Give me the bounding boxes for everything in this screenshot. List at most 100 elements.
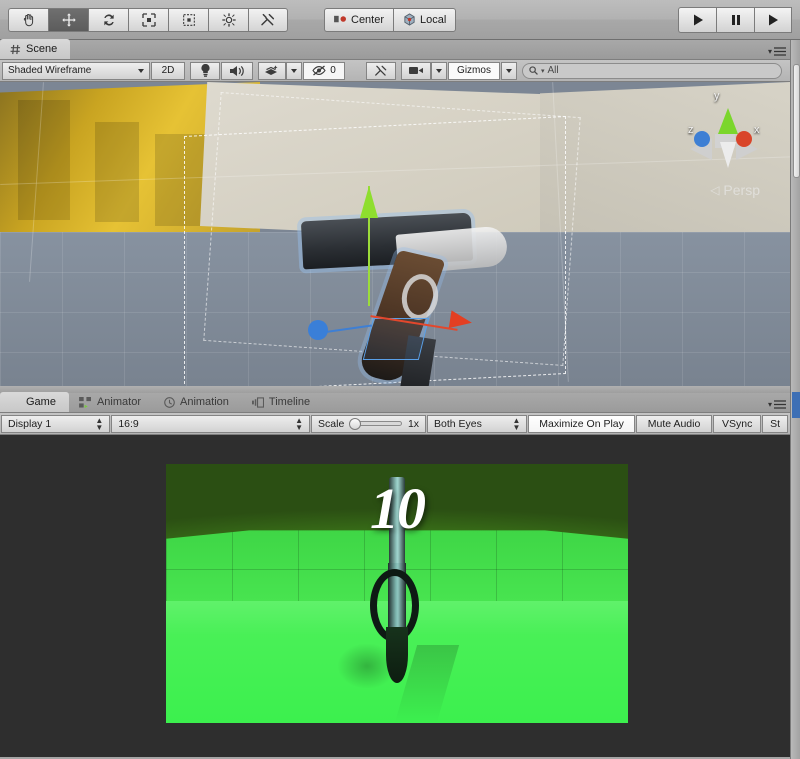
scene-orientation-gizmo[interactable]: y z x <box>680 90 772 182</box>
display-label: Display 1 <box>8 417 52 430</box>
move-gizmo-z-handle[interactable] <box>308 320 328 340</box>
gizmo-z-ball[interactable] <box>694 131 710 147</box>
2d-toggle-label: 2D <box>161 65 175 76</box>
tab-animator-label: Animator <box>96 396 141 408</box>
search-icon <box>529 66 538 75</box>
weapon-grip <box>385 627 408 684</box>
right-panel-scrollbar[interactable] <box>793 64 800 178</box>
gizmos-dropdown-button[interactable] <box>501 61 517 80</box>
game-panel: Game Animator Animation Timeline ▾ Displ… <box>0 392 790 759</box>
draw-mode-dropdown[interactable]: Shaded Wireframe <box>2 61 150 80</box>
move-icon <box>61 12 76 27</box>
transform-tools-group <box>8 7 288 32</box>
step-button[interactable] <box>754 6 792 33</box>
search-dropdown-caret: ▾ <box>541 67 545 75</box>
stereo-dropdown[interactable]: Both Eyes ▲ ▼ <box>427 414 528 433</box>
display-dropdown[interactable]: Display 1 ▲ ▼ <box>1 414 111 433</box>
effects-toggle-button[interactable] <box>258 61 286 80</box>
stats-toggle[interactable]: St <box>762 414 789 433</box>
gizmos-label: Gizmos <box>457 65 491 76</box>
vsync-toggle[interactable]: VSync <box>713 414 762 433</box>
gizmo-y-label: y <box>714 90 720 102</box>
eye-slash-icon <box>312 65 326 76</box>
game-tabstrip: Game Animator Animation Timeline ▾ <box>0 392 790 413</box>
scene-camera-button[interactable] <box>401 61 431 80</box>
effects-dropdown-button[interactable] <box>286 61 302 80</box>
tab-animation[interactable]: Animation <box>154 392 242 412</box>
projection-mode-label[interactable]: ◁ Persp <box>710 182 760 198</box>
scene-toolbar: Shaded Wireframe 2D 0 Gizmos ▾ All <box>0 60 790 82</box>
pivot-mode-button[interactable]: Center <box>324 7 394 32</box>
move-gizmo-y-arrow[interactable] <box>360 186 378 218</box>
move-gizmo-x-arrow[interactable] <box>448 310 474 332</box>
camera-dropdown-button[interactable] <box>431 61 447 80</box>
play-button[interactable] <box>678 6 716 33</box>
rect-tool-button[interactable] <box>168 7 208 32</box>
pivot-center-icon <box>334 15 346 23</box>
scale-label: Scale <box>318 417 345 430</box>
game-render-area[interactable]: 10 <box>166 464 628 723</box>
scene-search-value: All <box>547 65 559 76</box>
move-tool-button[interactable] <box>48 7 88 32</box>
tab-timeline-label: Timeline <box>268 396 311 408</box>
right-panel-selected-row[interactable] <box>792 392 800 418</box>
gizmo-neg-y-cone[interactable] <box>720 142 736 168</box>
tab-game[interactable]: Game <box>0 392 69 412</box>
wrench-screwdriver-icon <box>261 13 275 25</box>
scale-tool-button[interactable] <box>128 7 168 32</box>
2d-toggle-button[interactable]: 2D <box>151 61 185 80</box>
playback-controls <box>678 6 792 33</box>
tab-animator[interactable]: Animator <box>69 392 154 412</box>
chevron-left-icon: ◁ <box>710 183 720 197</box>
custom-tool-button[interactable] <box>248 7 288 32</box>
maximize-on-play-label: Maximize On Play <box>539 417 624 430</box>
stepper-icon: ▲ ▼ <box>95 415 104 432</box>
hidden-objects-button[interactable]: 0 <box>303 61 345 80</box>
audio-toggle-button[interactable] <box>221 61 253 80</box>
gizmo-x-label: x <box>754 124 760 136</box>
lighting-toggle-button[interactable] <box>190 61 220 80</box>
vsync-label: VSync <box>722 417 753 430</box>
game-toolbar: Display 1 ▲ ▼ 16:9 ▲ ▼ Scale 1x Both Eyes … <box>0 413 790 435</box>
game-panel-options[interactable]: ▾ <box>768 400 786 409</box>
pause-icon <box>731 14 740 25</box>
selected-object-pistol[interactable] <box>282 182 509 393</box>
game-icon <box>10 396 16 408</box>
scene-tools-button[interactable] <box>366 61 396 80</box>
chevron-down-icon <box>138 68 144 73</box>
scene-view-viewport[interactable]: y z x ◁ Persp <box>0 82 790 393</box>
tab-scene[interactable]: Scene <box>0 39 71 59</box>
ammo-counter-hud: 10 <box>370 475 426 541</box>
lightbulb-icon <box>200 64 210 77</box>
gizmo-x-ball[interactable] <box>736 131 752 147</box>
gizmos-button[interactable]: Gizmos <box>448 61 500 80</box>
aspect-dropdown[interactable]: 16:9 ▲ ▼ <box>111 414 311 433</box>
tab-scene-label: Scene <box>26 43 58 55</box>
scale-slider[interactable]: Scale 1x <box>311 414 427 433</box>
rotate-tool-button[interactable] <box>88 7 128 32</box>
tab-game-label: Game <box>26 396 56 408</box>
mute-audio-toggle[interactable]: Mute Audio <box>635 414 713 433</box>
scene-panel-options[interactable]: ▾ <box>768 47 786 56</box>
move-gizmo-z-axis[interactable] <box>322 324 372 334</box>
maximize-on-play-toggle[interactable]: Maximize On Play <box>528 414 635 433</box>
stepper-icon: ▲ ▼ <box>295 415 304 432</box>
scale-slider-track[interactable] <box>349 418 402 430</box>
right-edge-panel <box>790 40 800 759</box>
scene-search-input[interactable]: ▾ All <box>522 62 782 79</box>
hand-tool-button[interactable] <box>8 7 48 32</box>
game-view-viewport[interactable]: 10 <box>0 435 790 757</box>
pivot-mode-label: Center <box>351 13 385 26</box>
stats-label: St <box>770 417 781 430</box>
pivot-rotation-button[interactable]: Local <box>393 7 457 32</box>
scale-value: 1x <box>407 417 420 430</box>
aspect-label: 16:9 <box>118 417 139 430</box>
transform-tool-button[interactable] <box>208 7 248 32</box>
scale-slider-knob[interactable] <box>349 418 362 430</box>
tab-timeline[interactable]: Timeline <box>242 392 323 412</box>
gizmo-y-cone[interactable] <box>718 108 738 134</box>
effects-icon <box>265 64 278 75</box>
play-icon <box>693 14 703 25</box>
pause-button[interactable] <box>716 6 754 33</box>
hand-icon <box>23 13 33 26</box>
